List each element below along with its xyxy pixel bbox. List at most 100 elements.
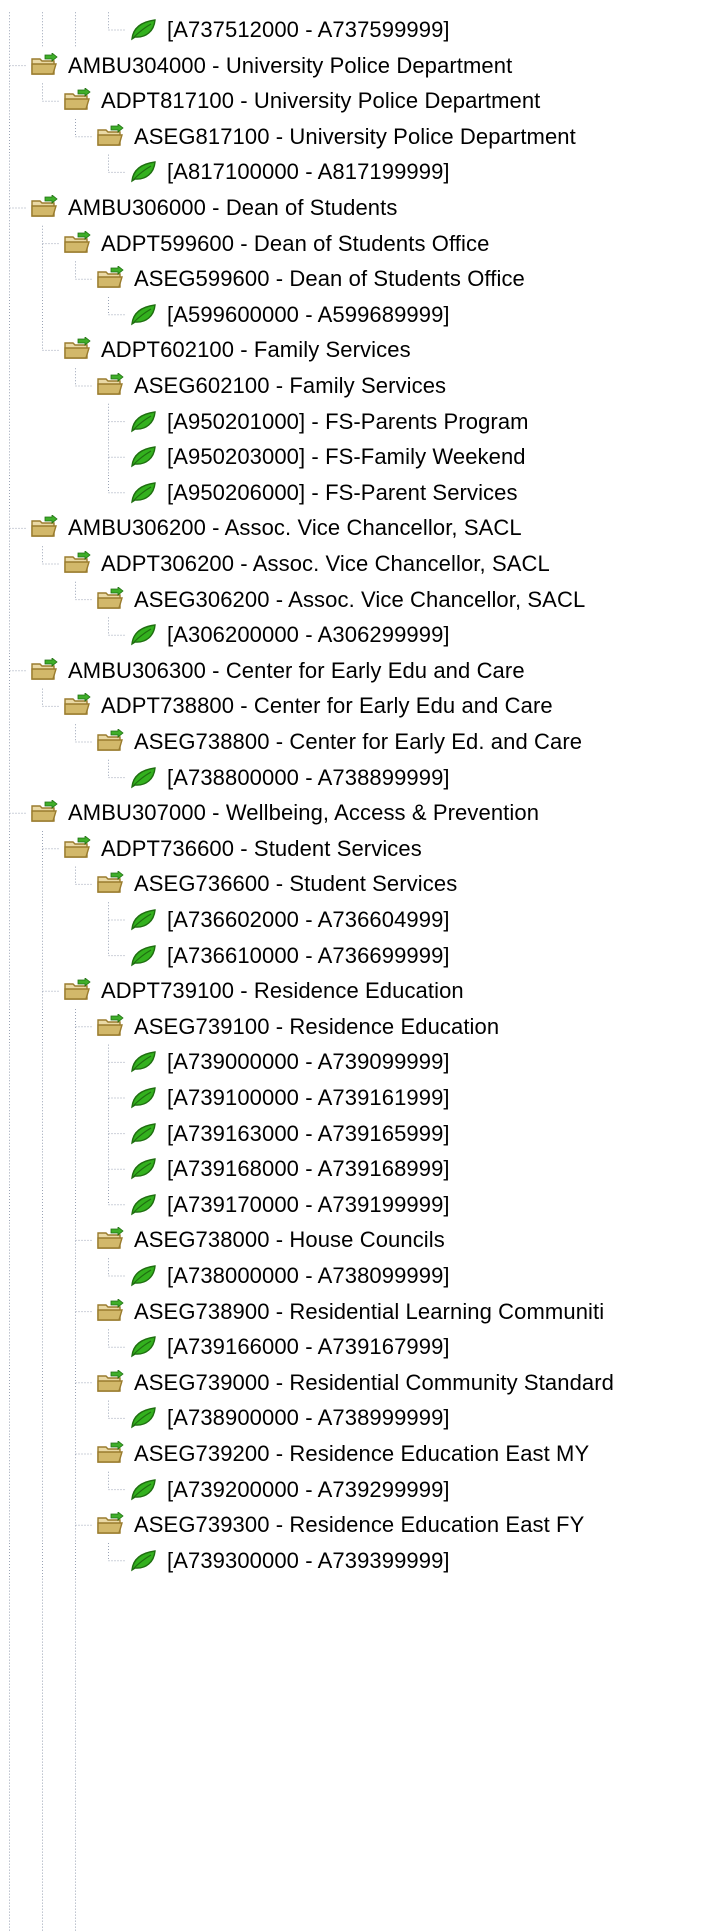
tree-node-label: ASEG739100 - Residence Education — [134, 1013, 500, 1039]
tree-node-label: [A739166000 - A739167999] — [167, 1334, 450, 1360]
folder-open-icon — [63, 230, 95, 257]
tree-node-label: ASEG599600 - Dean of Students Office — [134, 266, 525, 292]
folder-open-icon — [63, 551, 95, 577]
leaf-icon — [129, 1477, 161, 1503]
tree-folder-node[interactable]: AMBU306200 - Assoc. Vice Chancellor, SAC… — [30, 508, 522, 548]
tree-leaf-node[interactable]: [A736610000 - A736699999] — [129, 936, 450, 976]
tree-leaf-node[interactable]: [A739000000 - A739099999] — [129, 1042, 450, 1082]
tree-folder-node[interactable]: ASEG602100 - Family Services — [96, 366, 446, 406]
tree-leaf-node[interactable]: [A739100000 - A739161999] — [129, 1078, 450, 1118]
folder-open-icon — [96, 1013, 128, 1040]
leaf-icon — [129, 1121, 161, 1147]
tree-folder-node[interactable]: ADPT306200 - Assoc. Vice Chancellor, SAC… — [63, 544, 550, 584]
tree-node-label: ASEG602100 - Family Services — [134, 373, 447, 398]
tree-node-label: AMBU307000 - Wellbeing, Access & Prevent… — [68, 800, 540, 826]
leaf-icon — [129, 907, 161, 933]
tree-node-label: ASEG738000 - House Councils — [134, 1227, 445, 1253]
folder-open-icon — [96, 266, 128, 292]
tree-node-label: ADPT599600 - Dean of Students Office — [101, 230, 490, 256]
tree-node-label: [A739300000 - A739399999] — [167, 1547, 450, 1573]
tree-leaf-node[interactable]: [A737512000 - A737599999] — [129, 10, 450, 50]
tree-node-label: [A739168000 - A739168999] — [167, 1156, 450, 1182]
tree-folder-node[interactable]: ASEG817100 - University Police Departmen… — [96, 117, 576, 157]
tree-node-label: [A950201000] - FS-Parents Program — [167, 408, 529, 434]
tree-folder-node[interactable]: ADPT736600 - Student Services — [63, 829, 422, 869]
tree-node-label: ASEG817100 - University Police Departmen… — [134, 123, 576, 149]
tree-leaf-node[interactable]: [A739163000 - A739165999] — [129, 1114, 450, 1154]
tree-folder-node[interactable]: ASEG739300 - Residence Education East FY — [96, 1505, 584, 1545]
tree-folder-node[interactable]: ASEG738900 - Residential Learning Commun… — [96, 1292, 604, 1332]
tree-node-label: ASEG739300 - Residence Education East FY — [134, 1512, 585, 1538]
tree-leaf-node[interactable]: [A739166000 - A739167999] — [129, 1327, 450, 1367]
leaf-icon — [129, 943, 161, 969]
tree-leaf-node[interactable]: [A738800000 - A738899999] — [129, 758, 450, 798]
folder-open-icon — [96, 586, 128, 613]
tree-node-label: [A950206000] - FS-Parent Services — [167, 479, 518, 505]
tree-folder-node[interactable]: ADPT599600 - Dean of Students Office — [63, 224, 489, 264]
tree-folder-node[interactable]: AMBU307000 - Wellbeing, Access & Prevent… — [30, 793, 539, 833]
tree-node-label: ADPT739100 - Residence Education — [101, 978, 464, 1004]
folder-open-icon — [96, 729, 128, 755]
leaf-icon — [129, 1192, 161, 1218]
tree-node-label: [A737512000 - A737599999] — [167, 17, 450, 42]
tree-leaf-node[interactable]: [A817100000 - A817199999] — [129, 152, 450, 192]
tree-folder-node[interactable]: AMBU304000 - University Police Departmen… — [30, 46, 512, 86]
tree-leaf-node[interactable]: [A736602000 - A736604999] — [129, 900, 450, 940]
tree-folder-node[interactable]: AMBU306300 - Center for Early Edu and Ca… — [30, 651, 525, 691]
tree-folder-node[interactable]: ADPT738800 - Center for Early Edu and Ca… — [63, 686, 553, 726]
tree-node-label: [A739163000 - A739165999] — [167, 1120, 450, 1146]
tree-folder-node[interactable]: ADPT602100 - Family Services — [63, 330, 411, 370]
tree-folder-node[interactable]: ADPT817100 - University Police Departmen… — [63, 81, 540, 121]
tree-node-label: ASEG738900 - Residential Learning Commun… — [134, 1298, 605, 1324]
folder-open-icon — [30, 800, 62, 826]
tree-node-label: [A306200000 - A306299999] — [167, 622, 450, 648]
tree-leaf-node[interactable]: [A739200000 - A739299999] — [129, 1470, 450, 1510]
tree-node-label: [A738800000 - A738899999] — [167, 764, 450, 790]
folder-open-icon — [96, 1369, 128, 1396]
tree-leaf-node[interactable]: [A739170000 - A739199999] — [129, 1185, 450, 1225]
leaf-icon — [129, 302, 161, 328]
tree-leaf-node[interactable]: [A950203000] - FS-Family Weekend — [129, 437, 526, 477]
tree-folder-node[interactable]: AMBU306000 - Dean of Students — [30, 188, 397, 228]
tree-folder-node[interactable]: ASEG599600 - Dean of Students Office — [96, 259, 525, 299]
tree-node-label: ADPT817100 - University Police Departmen… — [101, 88, 541, 114]
tree-node-label: ASEG739000 - Residential Community Stand… — [134, 1369, 614, 1395]
tree-folder-node[interactable]: ASEG736600 - Student Services — [96, 864, 457, 904]
tree-node-label: AMBU306200 - Assoc. Vice Chancellor, SAC… — [68, 515, 522, 541]
tree-leaf-node[interactable]: [A950201000] - FS-Parents Program — [129, 402, 529, 442]
hierarchy-tree: [A737512000 - A737599999] AMBU304000 - U… — [0, 0, 705, 1931]
tree-folder-node[interactable]: ASEG738800 - Center for Early Ed. and Ca… — [96, 722, 582, 762]
folder-open-icon — [63, 693, 95, 719]
folder-open-icon — [96, 1441, 128, 1467]
leaf-icon — [129, 1049, 161, 1075]
tree-leaf-node[interactable]: [A950206000] - FS-Parent Services — [129, 473, 518, 513]
leaf-icon — [129, 1263, 161, 1289]
tree-node-label: ASEG306200 - Assoc. Vice Chancellor, SAC… — [134, 586, 586, 612]
tree-node-label: ADPT738800 - Center for Early Edu and Ca… — [101, 693, 553, 719]
tree-folder-node[interactable]: ASEG739200 - Residence Education East MY — [96, 1434, 589, 1474]
tree-folder-node[interactable]: ASEG306200 - Assoc. Vice Chancellor, SAC… — [96, 580, 585, 620]
tree-leaf-node[interactable]: [A739300000 - A739399999] — [129, 1541, 450, 1581]
tree-node-label: [A817100000 - A817199999] — [167, 159, 450, 185]
tree-node-label: [A739100000 - A739161999] — [167, 1085, 450, 1110]
leaf-icon — [129, 409, 161, 435]
tree-folder-node[interactable]: ASEG739100 - Residence Education — [96, 1007, 499, 1047]
tree-leaf-node[interactable]: [A739168000 - A739168999] — [129, 1149, 450, 1189]
leaf-icon — [129, 1334, 161, 1360]
folder-open-icon — [63, 88, 95, 114]
tree-leaf-node[interactable]: [A738000000 - A738099999] — [129, 1256, 450, 1296]
folder-open-icon — [30, 657, 62, 684]
tree-node-label: [A738900000 - A738999999] — [167, 1405, 450, 1431]
tree-folder-node[interactable]: ADPT739100 - Residence Education — [63, 971, 464, 1011]
leaf-icon — [129, 159, 161, 185]
tree-node-label: ASEG739200 - Residence Education East MY — [134, 1441, 590, 1466]
tree-folder-node[interactable]: ASEG738000 - House Councils — [96, 1220, 445, 1260]
tree-leaf-node[interactable]: [A306200000 - A306299999] — [129, 615, 450, 655]
tree-node-label: [A739170000 - A739199999] — [167, 1191, 450, 1217]
tree-folder-node[interactable]: ASEG739000 - Residential Community Stand… — [96, 1363, 614, 1403]
tree-leaf-node[interactable]: [A738900000 - A738999999] — [129, 1398, 450, 1438]
tree-node-label: ADPT736600 - Student Services — [101, 835, 422, 861]
tree-node-label: AMBU306000 - Dean of Students — [68, 195, 398, 220]
tree-leaf-node[interactable]: [A599600000 - A599689999] — [129, 295, 450, 335]
folder-open-icon — [63, 835, 95, 862]
